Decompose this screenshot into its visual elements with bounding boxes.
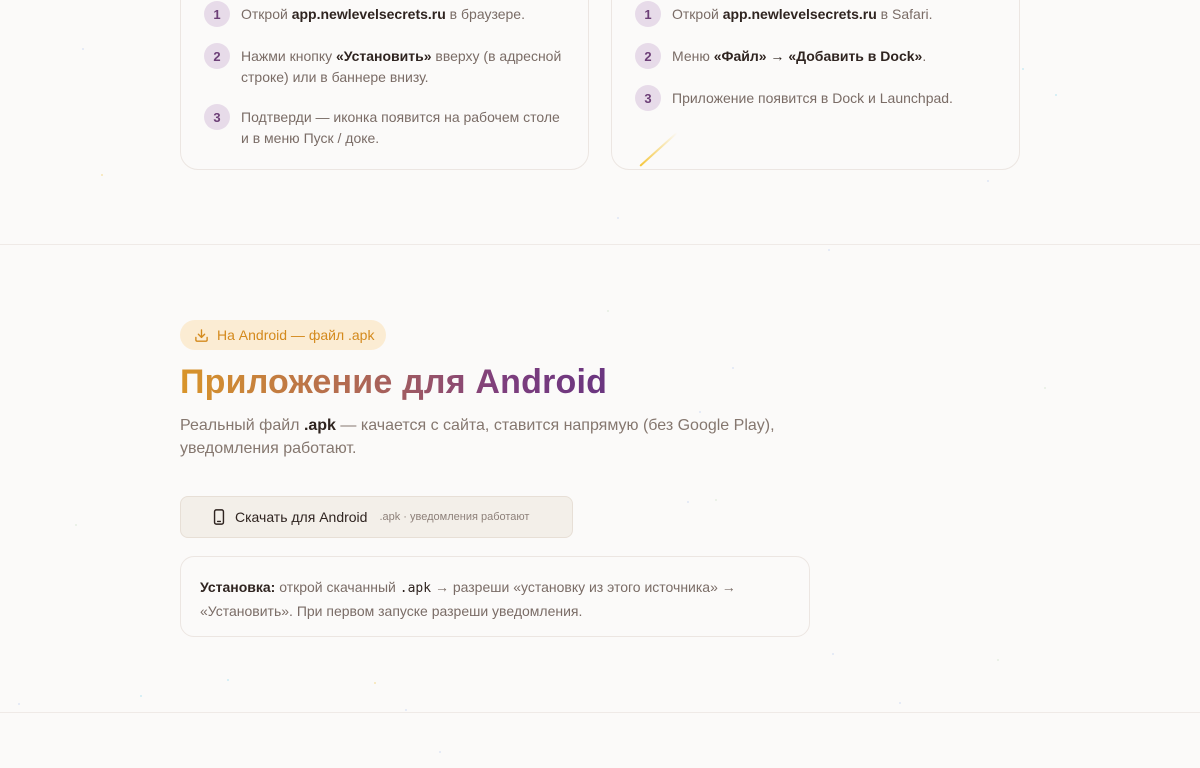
dust-particle [1055, 94, 1057, 96]
step-number: 3 [635, 85, 661, 111]
phone-icon [213, 509, 225, 525]
dust-particle [997, 659, 999, 661]
dust-particle [18, 703, 20, 705]
step-text-post: . [922, 48, 927, 64]
dust-particle [832, 653, 834, 655]
step-text-pre: Приложение появится в Dock и Launchpad. [672, 90, 953, 106]
steps-list: 1 Открой app.newlevelsecrets.ru в браузе… [204, 1, 570, 165]
dust-particle [715, 499, 717, 501]
step-number: 2 [635, 43, 661, 69]
step-number: 3 [204, 104, 230, 130]
download-button-label: Скачать для Android [235, 509, 368, 525]
lead-bold: .apk [303, 417, 336, 434]
step-text-pre: Подтверди — иконка появится на рабочем с… [241, 109, 560, 146]
step-text: Меню «Файл» → «Добавить в Dock». [672, 43, 926, 67]
step-text-bold: «Установить» [336, 48, 432, 64]
dust-particle [987, 180, 989, 182]
step-item: 3 Подтверди — иконка появится на рабочем… [204, 104, 570, 149]
step-text: Открой app.newlevelsecrets.ru в Safari. [672, 1, 932, 25]
install-note-pre: открой скачанный [275, 579, 400, 595]
dust-particle [607, 310, 609, 312]
dust-particle [1022, 68, 1024, 70]
section-divider [0, 712, 1200, 713]
step-item: 3 Приложение появится в Dock и Launchpad… [635, 85, 1001, 111]
step-text-pre: Меню [672, 48, 714, 64]
install-card-browser: 1 Открой app.newlevelsecrets.ru в браузе… [180, 0, 589, 170]
step-item: 1 Открой app.newlevelsecrets.ru в браузе… [204, 1, 570, 27]
step-text-bold: «Файл» → «Добавить в Dock» [713, 48, 923, 64]
dust-particle [227, 679, 229, 681]
dust-particle [439, 751, 441, 753]
android-badge: На Android — файл .apk [180, 320, 386, 350]
section-lead: Реальный файл .apk — качается с сайта, с… [180, 414, 800, 460]
install-note: Установка: открой скачанный .apk → разре… [180, 556, 810, 637]
step-text-bold: app.newlevelsecrets.ru [722, 6, 877, 22]
step-text: Приложение появится в Dock и Launchpad. [672, 85, 953, 109]
step-item: 2 Меню «Файл» → «Добавить в Dock». [635, 43, 1001, 69]
dust-particle [617, 217, 619, 219]
step-item: 1 Открой app.newlevelsecrets.ru в Safari… [635, 1, 1001, 27]
lead-pre: Реальный файл [180, 417, 304, 434]
install-note-label: Установка: [200, 579, 276, 595]
page: 1 Открой app.newlevelsecrets.ru в браузе… [0, 0, 1200, 768]
install-note-code: .apk [399, 581, 432, 596]
step-item: 2 Нажми кнопку «Установить» вверху (в ад… [204, 43, 570, 88]
dust-particle [732, 367, 734, 369]
step-text: Нажми кнопку «Установить» вверху (в адре… [241, 43, 570, 88]
step-text-post: в Safari. [876, 6, 933, 22]
step-text-pre: Нажми кнопку [241, 48, 336, 64]
install-card-mac: 1 Открой app.newlevelsecrets.ru в Safari… [611, 0, 1020, 170]
step-number: 2 [204, 43, 230, 69]
dust-particle [82, 48, 84, 50]
step-text-pre: Открой [241, 6, 292, 22]
dust-particle [1044, 387, 1046, 389]
steps-list: 1 Открой app.newlevelsecrets.ru в Safari… [635, 1, 1001, 127]
dust-particle [899, 702, 901, 704]
dust-particle [140, 695, 142, 697]
download-icon [195, 328, 208, 342]
step-text: Подтверди — иконка появится на рабочем с… [241, 104, 570, 149]
step-text-pre: Открой [672, 6, 723, 22]
step-number: 1 [204, 1, 230, 27]
dust-particle [374, 682, 376, 684]
step-number: 1 [635, 1, 661, 27]
android-badge-label: На Android — файл .apk [217, 327, 375, 343]
step-text-post: в браузере. [445, 6, 525, 22]
section-divider [0, 244, 1200, 245]
download-android-button[interactable]: Скачать для Android .apk · уведомления р… [180, 496, 573, 538]
dust-particle [75, 524, 77, 526]
section-title: Приложение для Android [180, 363, 608, 401]
step-text-bold: app.newlevelsecrets.ru [291, 6, 446, 22]
download-button-sublabel: .apk · уведомления работают [379, 511, 530, 523]
step-text: Открой app.newlevelsecrets.ru в браузере… [241, 1, 525, 25]
dust-particle [828, 249, 830, 251]
dust-particle [687, 501, 689, 503]
dust-particle [405, 709, 407, 711]
dust-particle [101, 174, 103, 176]
dust-particle [699, 411, 701, 413]
